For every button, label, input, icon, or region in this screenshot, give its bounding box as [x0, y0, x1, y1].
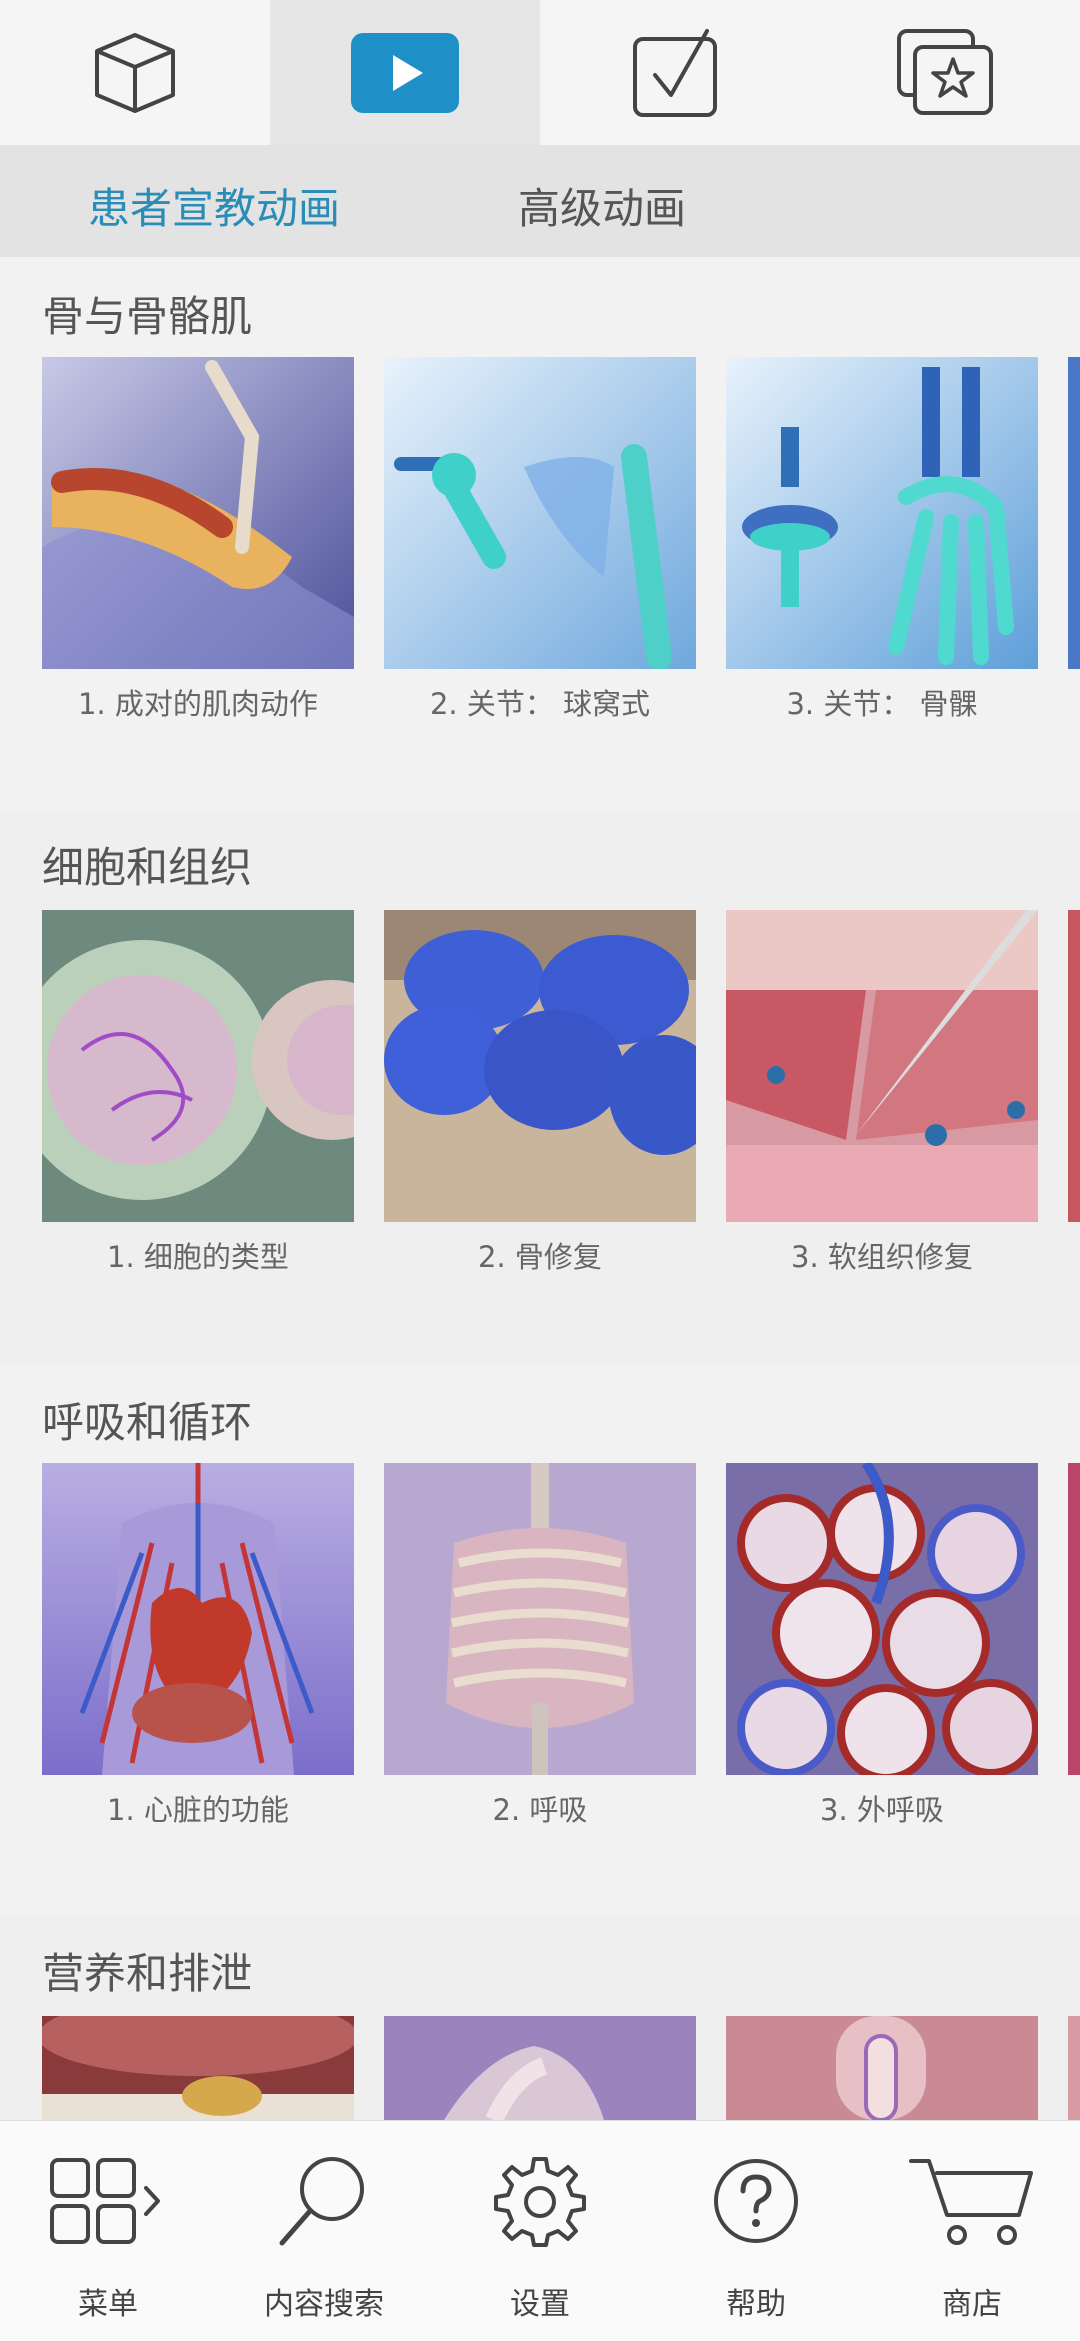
thumbnail-caption: 1. 成对的肌肉动作 [78, 687, 318, 721]
thumbnail-row[interactable] [42, 2016, 1080, 2120]
tab-3d-models[interactable] [0, 0, 270, 145]
thumbnail-caption: 1. 细胞的类型 [107, 1240, 289, 1274]
thumbnail-row[interactable] [42, 910, 1080, 1222]
section-respiration-circulation: 呼吸和循环 1. 心脏的功能 2. 呼吸 3. 外呼吸 [0, 1363, 1080, 1916]
thumbnail-caption: 2. 呼吸 [492, 1793, 588, 1827]
video-thumbnail[interactable] [384, 357, 696, 669]
thumbnail-caption: 3. 关节： 骨髁 [786, 687, 978, 721]
sub-tab-bar: 患者宣教动画 高级动画 [0, 145, 1080, 257]
nav-help[interactable]: 帮助 [648, 2121, 864, 2341]
nav-label: 帮助 [726, 2287, 786, 2322]
section-bones-muscles: 骨与骨骼肌 1. 成对的肌肉动作 2. 关节： 球窝式 3. 关节： 骨髁 [0, 257, 1080, 810]
nav-label: 商店 [942, 2287, 1002, 2322]
nav-content-search[interactable]: 内容搜索 [216, 2121, 432, 2341]
tab-patient-education[interactable]: 患者宣教动画 [88, 175, 340, 236]
video-thumbnail[interactable] [42, 2016, 354, 2120]
thumbnail-caption: 1. 心脏的功能 [107, 1793, 289, 1827]
section-title: 营养和排泄 [42, 1949, 253, 1998]
video-thumbnail[interactable] [384, 910, 696, 1222]
nav-settings[interactable]: 设置 [432, 2121, 648, 2341]
thumbnail-caption: 2. 关节： 球窝式 [429, 687, 651, 721]
video-thumbnail[interactable] [384, 1463, 696, 1775]
tab-favorites[interactable] [810, 0, 1080, 145]
top-tab-bar [0, 0, 1080, 145]
thumbnail-row[interactable] [42, 357, 1080, 669]
video-thumbnail[interactable] [726, 2016, 1038, 2120]
video-thumbnail[interactable] [384, 2016, 696, 2120]
video-thumbnail-partial[interactable] [1068, 2016, 1080, 2120]
nav-label: 菜单 [78, 2287, 138, 2322]
video-thumbnail-partial[interactable] [1068, 1463, 1080, 1775]
help-icon [714, 2159, 798, 2243]
section-title: 细胞和组织 [42, 843, 253, 892]
search-icon [279, 2157, 364, 2246]
cart-icon [909, 2159, 1033, 2245]
video-thumbnail[interactable] [42, 1463, 354, 1775]
video-thumbnail[interactable] [42, 910, 354, 1222]
play-icon [351, 32, 459, 113]
section-title: 呼吸和循环 [42, 1398, 253, 1447]
thumbnail-caption: 3. 软组织修复 [791, 1240, 973, 1274]
video-thumbnail-partial[interactable] [1068, 357, 1080, 669]
video-thumbnail[interactable] [42, 357, 354, 669]
nav-store[interactable]: 商店 [864, 2121, 1080, 2341]
gear-icon [494, 2157, 586, 2247]
video-thumbnail-partial[interactable] [1068, 910, 1080, 1222]
bottom-nav: 菜单 内容搜索 设置 帮助 商店 [0, 2120, 1080, 2341]
tab-advanced-animations[interactable]: 高级动画 [518, 175, 686, 236]
section-cells-tissues: 细胞和组织 1. 细胞的类型 2. 骨修复 3. 软组织修复 [0, 810, 1080, 1363]
section-nutrition-excretion: 营养和排泄 [0, 1916, 1080, 2120]
cube-icon [95, 32, 175, 113]
section-title: 骨与骨骼肌 [42, 292, 253, 341]
checkbox-icon [633, 28, 717, 117]
video-thumbnail[interactable] [726, 357, 1038, 669]
tab-quiz[interactable] [540, 0, 810, 145]
nav-menu[interactable]: 菜单 [0, 2121, 216, 2341]
nav-label: 设置 [510, 2287, 570, 2322]
thumbnail-caption: 2. 骨修复 [478, 1240, 602, 1274]
video-thumbnail[interactable] [726, 1463, 1038, 1775]
video-thumbnail[interactable] [726, 910, 1038, 1222]
nav-label: 内容搜索 [264, 2287, 384, 2322]
menu-grid-icon [50, 2158, 160, 2244]
tab-animations[interactable] [270, 0, 540, 145]
thumbnail-row[interactable] [42, 1463, 1080, 1775]
favorites-icon [897, 28, 993, 115]
thumbnail-caption: 3. 外呼吸 [820, 1793, 944, 1827]
